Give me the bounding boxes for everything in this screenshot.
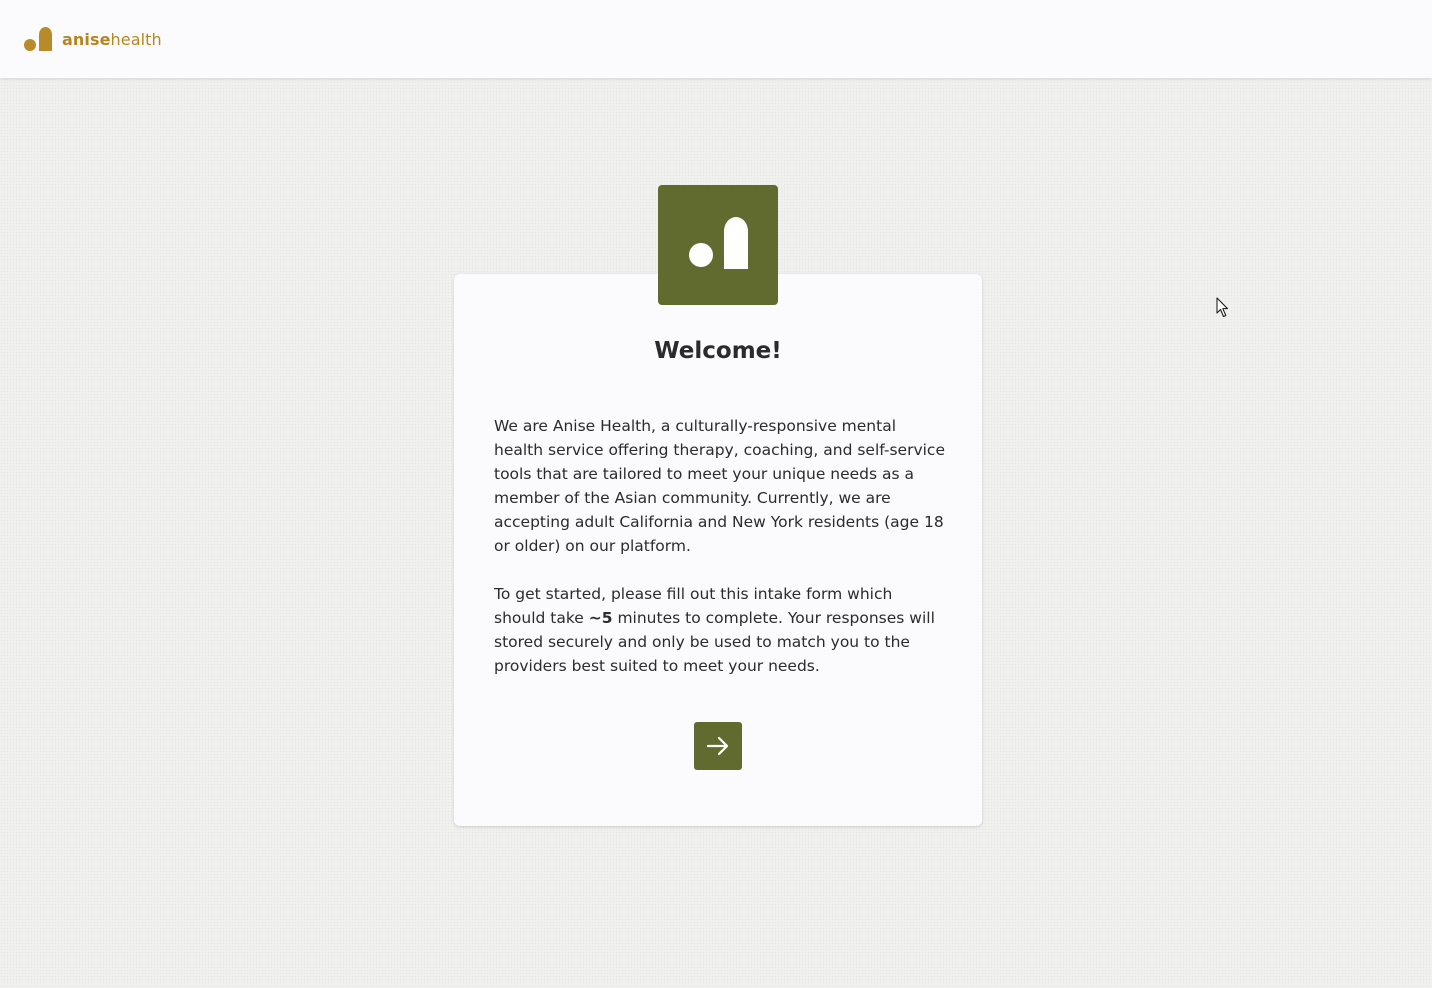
brand-wordmark: anisehealth: [62, 30, 162, 49]
brand-wordmark-health: health: [110, 29, 162, 49]
top-navigation-bar: anisehealth: [0, 0, 1432, 78]
arrow-right-icon: [706, 736, 729, 756]
anise-logo-icon: [24, 27, 52, 51]
brand-wordmark-anise: anise: [62, 29, 111, 49]
instructions-duration: ~5: [588, 609, 613, 627]
welcome-title: Welcome!: [654, 338, 782, 364]
next-button[interactable]: [694, 722, 742, 770]
mouse-cursor-icon: [1216, 297, 1228, 317]
instructions-paragraph: To get started, please fill out this int…: [494, 582, 946, 678]
anise-badge-icon: [658, 185, 778, 305]
anise-health-logo[interactable]: anisehealth: [24, 27, 162, 51]
intro-paragraph: We are Anise Health, a culturally-respon…: [494, 417, 945, 555]
